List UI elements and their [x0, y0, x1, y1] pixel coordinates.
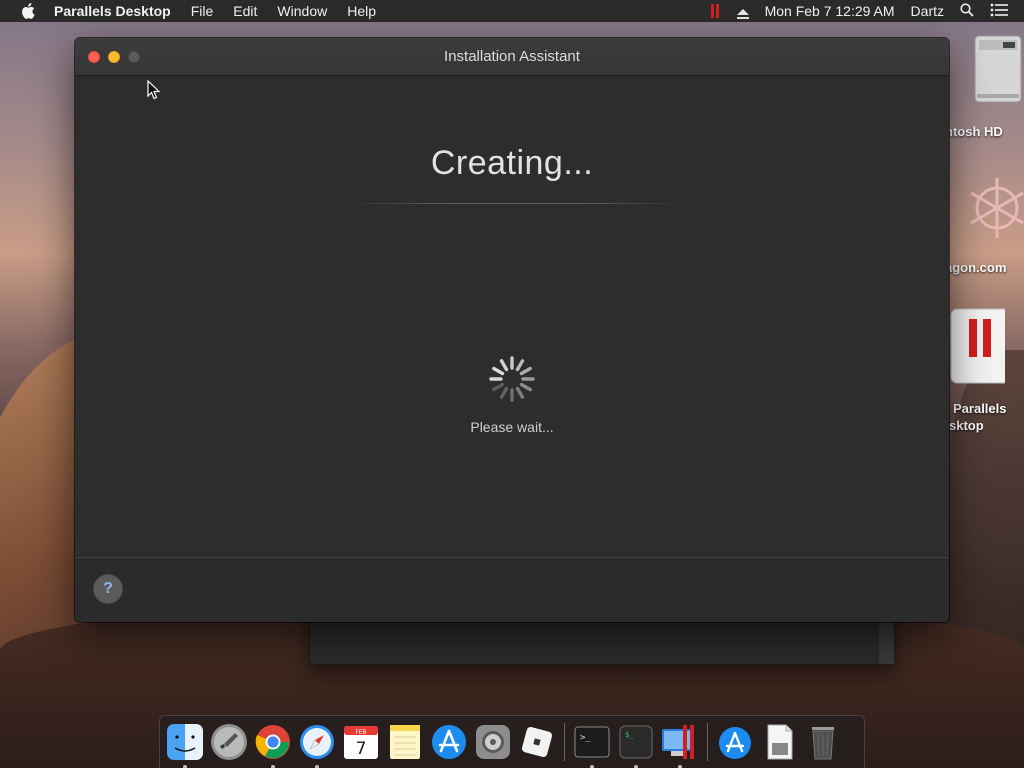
- title-bar[interactable]: Installation Assistant: [75, 38, 949, 76]
- dock-system-preferences[interactable]: [474, 723, 512, 761]
- parallels-vm-icon: [662, 725, 694, 759]
- svg-text:FEB: FEB: [355, 729, 366, 736]
- dock-finder[interactable]: [166, 723, 204, 768]
- apple-menu-icon[interactable]: [20, 3, 36, 19]
- parallels-status-icon[interactable]: [710, 4, 721, 18]
- desktop-icon-label: sktop: [949, 418, 984, 433]
- menu-bar: Parallels Desktop File Edit Window Help …: [0, 0, 1024, 22]
- menu-app-name[interactable]: Parallels Desktop: [54, 0, 171, 22]
- chrome-icon: [255, 725, 290, 759]
- dock-roblox[interactable]: [518, 723, 556, 761]
- terminal-icon: >_: [574, 726, 610, 758]
- dock: FEB 7 >_ $_: [159, 715, 865, 768]
- menu-window[interactable]: Window: [277, 0, 327, 22]
- dock-app-store[interactable]: [430, 723, 468, 761]
- roblox-icon: [521, 726, 553, 758]
- desktop-icon-label: agon.com: [945, 260, 1007, 275]
- menu-help[interactable]: Help: [347, 0, 376, 22]
- notification-center-icon[interactable]: [990, 3, 1008, 20]
- snowflake-logo-icon: [967, 168, 1024, 248]
- dock-chrome[interactable]: [254, 723, 292, 768]
- trash-icon: [812, 727, 834, 760]
- safari-compass-icon: [300, 725, 334, 759]
- dock-launchpad[interactable]: [210, 723, 248, 761]
- svg-text:$_: $_: [625, 731, 634, 739]
- finder-icon: [167, 724, 203, 760]
- rocket-icon: [211, 724, 247, 760]
- eject-icon[interactable]: [736, 6, 749, 19]
- desktop-icon-label: ntosh HD: [945, 124, 1003, 139]
- loading-spinner-icon: [487, 354, 537, 404]
- dock-safari[interactable]: [298, 723, 336, 768]
- divider: [345, 203, 685, 204]
- desktop-icon-label: Parallels: [953, 401, 1007, 416]
- menu-clock[interactable]: Mon Feb 7 12:29 AM: [765, 3, 895, 19]
- dock-documents[interactable]: [760, 723, 798, 761]
- content-area: Creating... Please wait...: [75, 76, 949, 557]
- installation-assistant-window: Installation Assistant Creating... Pleas…: [75, 38, 949, 622]
- dock-separator: [707, 723, 708, 761]
- page-title: Creating...: [430, 144, 594, 182]
- dock-parallels-desktop[interactable]: [661, 723, 699, 768]
- mouse-cursor-icon: [147, 79, 161, 100]
- menu-file[interactable]: File: [191, 0, 214, 22]
- help-button[interactable]: ?: [93, 574, 123, 604]
- dock-separator: [564, 723, 565, 761]
- app-store-icon: [719, 727, 751, 759]
- app-store-icon: [432, 725, 466, 759]
- hard-drive-icon: [967, 32, 1024, 106]
- svg-text:>_: >_: [580, 733, 591, 743]
- window-footer: ?: [75, 557, 949, 622]
- parallels-desktop-icon: [945, 305, 1016, 385]
- document-icon: [767, 724, 793, 760]
- dock-terminal[interactable]: >_: [573, 723, 611, 768]
- menu-user[interactable]: Dartz: [911, 3, 944, 19]
- status-text: Please wait...: [470, 419, 554, 435]
- dock-app-store-downloads[interactable]: [716, 723, 754, 761]
- dock-console[interactable]: $_: [617, 723, 655, 768]
- window-title: Installation Assistant: [444, 48, 580, 65]
- notes-icon: [390, 725, 420, 759]
- calendar-icon: FEB 7: [344, 726, 378, 759]
- dock-trash[interactable]: [804, 723, 842, 761]
- svg-text:7: 7: [356, 739, 367, 759]
- gear-icon: [476, 725, 510, 759]
- spotlight-search-icon[interactable]: [960, 2, 974, 20]
- console-icon: $_: [619, 725, 653, 759]
- dock-notes[interactable]: [386, 723, 424, 761]
- dock-calendar[interactable]: FEB 7: [342, 723, 380, 761]
- menu-edit[interactable]: Edit: [233, 0, 257, 22]
